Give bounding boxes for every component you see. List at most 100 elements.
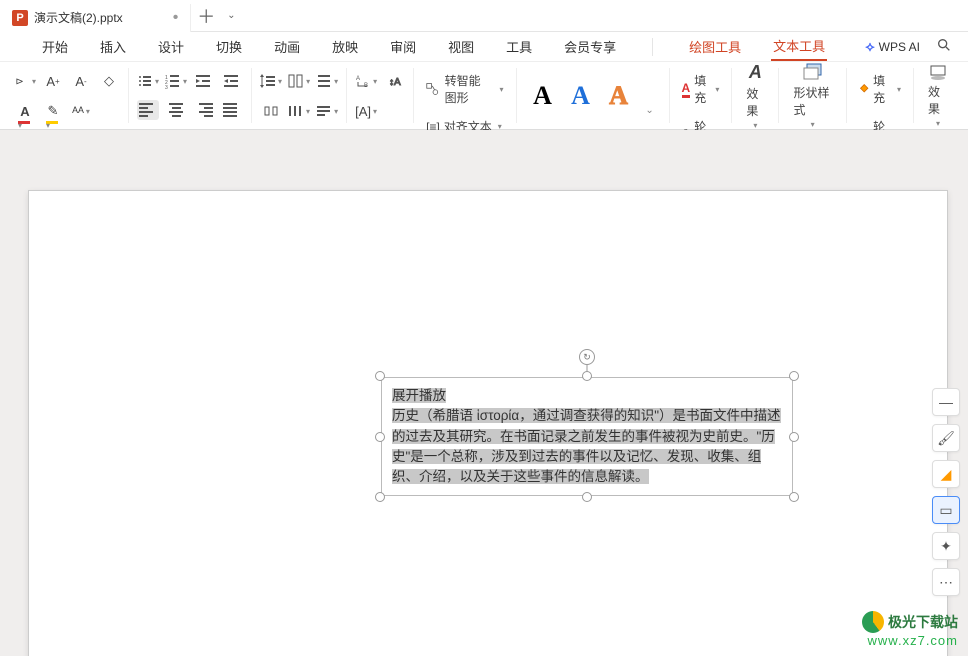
paragraph-dialog-button[interactable] xyxy=(316,100,338,122)
textbox-line2: 历史（希腊语 ἱστορία，通过调查获得的知识"）是书面文件中描述的过去及其研… xyxy=(392,408,781,484)
wordart-group: A A A ⌄ xyxy=(517,68,670,123)
decrease-font-button[interactable]: A- xyxy=(70,70,92,92)
line-spacing-button[interactable] xyxy=(260,70,282,92)
new-tab-button[interactable]: ＋ xyxy=(191,1,221,31)
ribbon-tab-member[interactable]: 会员专享 xyxy=(562,33,618,60)
tab-stops-button[interactable] xyxy=(288,100,310,122)
select-tool-button[interactable]: ▭ xyxy=(932,496,960,524)
format-painter-button[interactable]: 🖌 xyxy=(932,424,960,452)
document-title: 演示文稿(2).pptx xyxy=(34,9,123,26)
document-tab[interactable]: P 演示文稿(2).pptx • xyxy=(0,4,191,32)
wordart-preset-black[interactable]: A xyxy=(525,78,561,114)
watermark-url: www.xz7.com xyxy=(862,633,958,648)
resize-handle-ne[interactable] xyxy=(789,371,799,381)
shape-fill-button[interactable]: 填充 xyxy=(855,70,905,108)
ribbon-tab-drawtools[interactable]: 绘图工具 xyxy=(687,33,743,60)
textbox[interactable]: 展开播放 历史（希腊语 ἱστορία，通过调查获得的知识"）是书面文件中描述的… xyxy=(381,377,793,496)
shape-fill-label: 填充 xyxy=(873,72,891,106)
more-tools-button[interactable]: ⋯ xyxy=(932,568,960,596)
bullets-button[interactable] xyxy=(137,70,159,92)
ribbon-tab-texttools[interactable]: 文本工具 xyxy=(771,32,827,61)
svg-text:3: 3 xyxy=(165,85,168,89)
highlight-color-button[interactable]: ✎ xyxy=(42,100,64,122)
text-fill-label: 填充 xyxy=(694,72,709,106)
resize-handle-e[interactable] xyxy=(789,432,799,442)
vertical-text-button[interactable]: ↕A xyxy=(383,70,405,92)
paragraph-group: 123 xyxy=(129,68,252,123)
font-color-button[interactable]: A xyxy=(14,100,36,122)
paragraph-spacing-button[interactable] xyxy=(316,70,338,92)
canvas-area[interactable]: ↻ 展开播放 历史（希腊语 ἱστορία，通过调查获得的知识"）是书面文件中描… xyxy=(0,130,968,656)
text-effects-button[interactable]: ᴬᴬ xyxy=(70,100,92,122)
collapse-panel-button[interactable]: — xyxy=(932,388,960,416)
convert-smartshape-button[interactable]: 转智能图形 xyxy=(422,70,507,108)
resize-handle-s[interactable] xyxy=(582,492,592,502)
tab-menu-dropdown[interactable]: ⌄ xyxy=(221,10,241,21)
text-effect-button[interactable]: A 效果 xyxy=(740,60,770,132)
ribbon-tab-transition[interactable]: 切换 xyxy=(214,33,244,60)
convert-smartshape-label: 转智能图形 xyxy=(445,72,492,106)
slide[interactable]: ↻ 展开播放 历史（希腊语 ἱστορία，通过调查获得的知识"）是书面文件中描… xyxy=(28,190,948,656)
ribbon-tab-insert[interactable]: 插入 xyxy=(98,33,128,60)
smart-group: 转智能图形 [≡] 对齐文本 xyxy=(414,68,516,123)
svg-text:↕A: ↕A xyxy=(389,77,401,88)
ribbon-tab-design[interactable]: 设计 xyxy=(156,33,186,60)
watermark-name: 极光下载站 xyxy=(888,612,958,632)
svg-text:⊳: ⊳ xyxy=(15,76,23,87)
align-center-button[interactable] xyxy=(165,100,187,120)
shape-effect-button[interactable]: 效果 xyxy=(922,61,954,130)
powerpoint-icon: P xyxy=(12,10,28,26)
resize-handle-sw[interactable] xyxy=(375,492,385,502)
wps-ai-button[interactable]: ⟡ WPS AI xyxy=(865,38,920,55)
wps-ai-label: WPS AI xyxy=(879,40,920,54)
font-family-dropdown[interactable]: ⊳ xyxy=(14,70,36,92)
distribute-horizontal-button[interactable] xyxy=(260,100,282,122)
watermark-logo-icon xyxy=(862,611,884,633)
resize-handle-n[interactable] xyxy=(582,371,592,381)
wordart-preset-outline[interactable]: A xyxy=(601,78,637,114)
ribbon-tab-start[interactable]: 开始 xyxy=(40,33,70,60)
ribbon-toolbar: ⊳ A+ A- ◇ A ✎ ᴬᴬ 123 xyxy=(0,62,968,130)
increase-indent-button[interactable] xyxy=(221,70,243,92)
text-direction-button[interactable]: AB xyxy=(355,70,377,92)
increase-font-button[interactable]: A+ xyxy=(42,70,64,92)
align-justify-button[interactable] xyxy=(221,100,243,120)
numbering-button[interactable]: 123 xyxy=(165,70,187,92)
textbox-selection[interactable]: ↻ 展开播放 历史（希腊语 ἱστορία，通过调查获得的知识"）是书面文件中描… xyxy=(381,377,793,496)
ribbon-tab-slideshow[interactable]: 放映 xyxy=(330,33,360,60)
shape-effect-label: 效果 xyxy=(928,83,948,117)
text-effect-label: 效果 xyxy=(746,85,764,119)
shape-style-group: 形状样式 xyxy=(779,68,846,123)
resize-handle-se[interactable] xyxy=(789,492,799,502)
ribbon-tab-view[interactable]: 视图 xyxy=(446,33,476,60)
unsaved-indicator: • xyxy=(173,9,179,27)
align-left-button[interactable] xyxy=(137,100,159,120)
shape-effect-group: 效果 xyxy=(914,68,962,123)
clear-format-button[interactable]: ◇ xyxy=(98,70,120,92)
shape-style-button[interactable]: 形状样式 xyxy=(787,60,837,131)
resize-handle-w[interactable] xyxy=(375,432,385,442)
ribbon-tab-animation[interactable]: 动画 xyxy=(272,33,302,60)
text-direction-group: AB ↕A [A] xyxy=(347,68,414,123)
spacing-group xyxy=(252,68,347,123)
resize-handle-nw[interactable] xyxy=(375,371,385,381)
ribbon-tab-review[interactable]: 审阅 xyxy=(388,33,418,60)
ribbon-separator xyxy=(652,38,653,56)
align-right-button[interactable] xyxy=(193,100,215,120)
columns-button[interactable] xyxy=(288,70,310,92)
search-icon[interactable] xyxy=(936,37,952,57)
rotate-handle[interactable]: ↻ xyxy=(579,349,595,365)
text-fill-button[interactable]: A 填充 xyxy=(678,70,724,108)
wordart-preset-blue[interactable]: A xyxy=(563,78,599,114)
font-group: ⊳ A+ A- ◇ A ✎ ᴬᴬ xyxy=(6,68,129,123)
textbox-line1: 展开播放 xyxy=(392,388,446,403)
wordart-more-button[interactable]: ⌄ xyxy=(639,99,661,121)
magic-tool-button[interactable]: ✦ xyxy=(932,532,960,560)
text-style-group: A 填充 A 轮廓 xyxy=(670,68,733,123)
text-rotate-button[interactable]: [A] xyxy=(355,100,377,122)
fill-tool-button[interactable]: ◢ xyxy=(932,460,960,488)
decrease-indent-button[interactable] xyxy=(193,70,215,92)
ribbon-tab-tools[interactable]: 工具 xyxy=(504,33,534,60)
shape-style-label: 形状样式 xyxy=(793,84,831,118)
side-toolbar: — 🖌 ◢ ▭ ✦ ⋯ xyxy=(932,388,960,596)
